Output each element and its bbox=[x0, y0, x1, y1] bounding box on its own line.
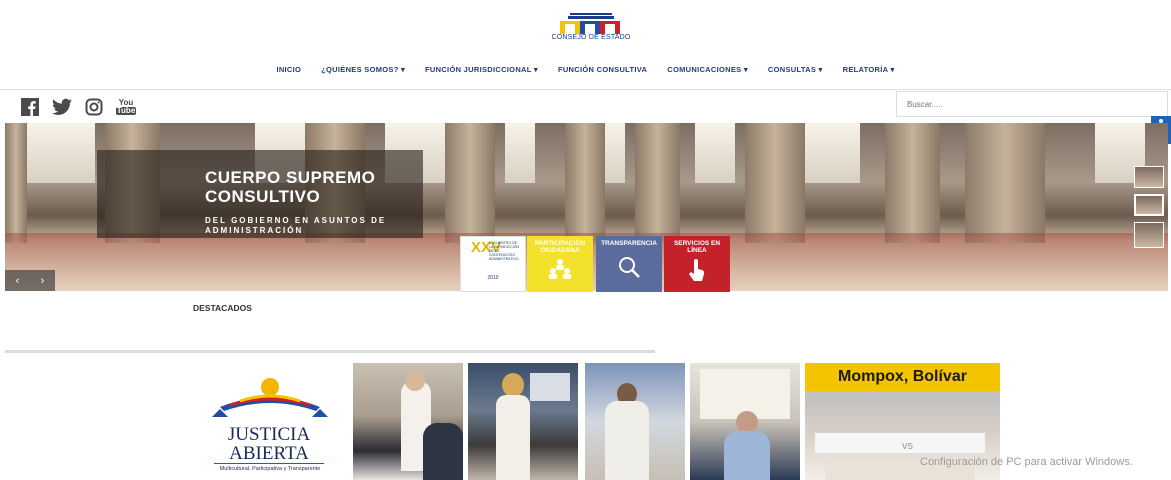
nav-quienes-somos[interactable]: ¿QUIÉNES SOMOS? ▾ bbox=[311, 60, 415, 80]
mompox-banner: Mompox, Bolívar bbox=[838, 368, 967, 385]
destacados-heading: DESTACADOS bbox=[193, 303, 252, 313]
slider-thumb-2[interactable] bbox=[1134, 194, 1164, 216]
facebook-icon[interactable] bbox=[20, 97, 40, 117]
participacion-label: PARTICIPACIÓN CIUDADANA bbox=[534, 240, 586, 254]
photo-presenter[interactable] bbox=[690, 363, 800, 480]
abierta-word: ABIERTA bbox=[214, 444, 324, 464]
twitter-icon[interactable] bbox=[52, 97, 72, 117]
hero-subtitle: DEL GOBIERNO EN ASUNTOS DE ADMINISTRACIÓ… bbox=[205, 216, 387, 235]
hero-title-line2: CONSULTIVO bbox=[205, 187, 321, 206]
photo-speaker-blonde[interactable] bbox=[468, 363, 578, 480]
photo-speaker-woman[interactable] bbox=[353, 363, 463, 480]
instagram-icon[interactable] bbox=[84, 97, 104, 117]
servicios-label: SERVICIOS EN LÍNEA bbox=[673, 240, 721, 254]
people-icon bbox=[527, 257, 593, 286]
justicia-word: JUSTICIA bbox=[227, 424, 311, 445]
nav-funcion-jurisdiccional[interactable]: FUNCIÓN JURISDICCIONAL ▾ bbox=[415, 60, 548, 80]
justicia-abierta-logo[interactable]: JUSTICIA ABIERTA Multicultural, Particip… bbox=[200, 375, 350, 480]
nav-inicio[interactable]: INICIO bbox=[266, 60, 311, 80]
destacados-divider bbox=[5, 350, 655, 353]
activation-watermark-line2: Configuración de PC para activar Windows… bbox=[920, 456, 1133, 468]
search-input[interactable] bbox=[897, 92, 1167, 116]
youtube-text-bottom: Tube bbox=[115, 106, 137, 115]
activation-watermark-line1: vs bbox=[902, 440, 913, 452]
nav-consultas[interactable]: CONSULTAS ▾ bbox=[758, 60, 833, 80]
main-nav: INICIO ¿QUIÉNES SOMOS? ▾ FUNCIÓN JURISDI… bbox=[0, 60, 1171, 80]
servicios-tile[interactable]: SERVICIOS EN LÍNEA bbox=[664, 236, 730, 292]
search-box bbox=[896, 91, 1168, 117]
logo-caption: CONSEJO DE ESTADO bbox=[551, 34, 631, 41]
youtube-icon[interactable]: You Tube bbox=[115, 97, 137, 117]
pointer-hand-icon bbox=[664, 257, 730, 288]
header-divider bbox=[0, 89, 1171, 90]
nav-funcion-consultiva[interactable]: FUNCIÓN CONSULTIVA bbox=[548, 60, 657, 80]
hero-title-line1: CUERPO SUPREMO bbox=[205, 168, 376, 187]
encuentro-year: 2019 bbox=[487, 275, 499, 281]
slider-next-button[interactable]: › bbox=[41, 275, 45, 287]
transparencia-tile[interactable]: TRANSPARENCIA bbox=[596, 236, 662, 292]
justicia-tagline: Multicultural, Participativa y Transpare… bbox=[219, 466, 321, 472]
slider-thumb-3[interactable] bbox=[1134, 222, 1164, 248]
slider-thumb-1[interactable] bbox=[1134, 166, 1164, 188]
nav-comunicaciones[interactable]: COMUNICACIONES ▾ bbox=[657, 60, 758, 80]
transparencia-label: TRANSPARENCIA bbox=[601, 240, 657, 247]
photo-speaker-man[interactable] bbox=[585, 363, 685, 480]
hero-title: CUERPO SUPREMO CONSULTIVO bbox=[205, 168, 425, 206]
social-links: You Tube bbox=[20, 96, 137, 118]
slider-prev-button[interactable]: ‹ bbox=[16, 275, 20, 287]
participacion-tile[interactable]: PARTICIPACIÓN CIUDADANA bbox=[527, 236, 593, 292]
slider-controls: ‹ › bbox=[5, 270, 55, 291]
encuentro-tile[interactable]: XXV ENCUENTRO DE LA JURISDICCIÓN DE LO C… bbox=[460, 236, 526, 292]
nav-relatoria[interactable]: RELATORÍA ▾ bbox=[833, 60, 905, 80]
magnifier-icon bbox=[596, 255, 662, 284]
